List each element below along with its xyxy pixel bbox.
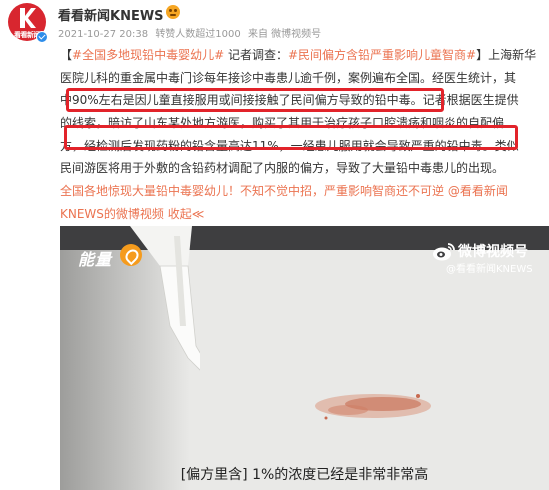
- text-segment: 中90%左右是因儿童直接服用或间接接触了民间偏方导致的铅中毒。记者根据医生提供: [60, 93, 519, 108]
- knews-logo-icon: [20, 8, 36, 28]
- video-watermark: @看看新闻KNEWS: [446, 264, 533, 275]
- post-line: 医院儿科的重金属中毒门诊每年接诊中毒患儿逾千例，案例遍布全国。经医生统计，其: [60, 67, 549, 90]
- post-datetime[interactable]: 2021-10-27 20:38: [58, 29, 148, 40]
- post-line: 【#全国多地现铅中毒婴幼儿# 记者调查：#民间偏方含铅严重影响儿童智商#】上海新…: [60, 44, 549, 67]
- post-line: 民间游医将用于外敷的含铅药材调配了内服的偏方，导致了大量铅中毒患儿的出现。: [60, 157, 549, 180]
- platform-label: 微博视频号: [458, 244, 528, 260]
- text-segment: 民间游医将用于外敷的含铅药材调配了内服的偏方，导致了大量铅中毒患儿的出现。: [60, 161, 505, 176]
- collapse-link[interactable]: 收起: [164, 207, 192, 221]
- text-segment: 方，经检测后发现药粉的铅含量高达11%，一经患儿服用就会导致严重的铅中毒。类似: [60, 138, 519, 153]
- emoji-icon: [166, 5, 180, 19]
- post-line: 全国各地惊现大量铅中毒婴幼儿！不知不觉中招，严重影响智商还不可逆 @看看新闻: [60, 180, 549, 203]
- post-header: 看看新闻 看看新闻KNEWS 2021-10-27 20:38 转赞人数超过10…: [0, 0, 549, 44]
- video-player[interactable]: 能量 微博视频号 @看看新闻KNEWS [偏方里含] 1%的浓度已经是非常非常高: [60, 226, 549, 490]
- text-segment: 医院儿科的重金属中毒门诊每年接诊中毒患儿逾千例，案例遍布全国。经医生统计，其: [60, 70, 517, 85]
- hashtag-link[interactable]: #全国多地现铅中毒婴幼儿#: [72, 48, 224, 62]
- post-body: 【#全国多地现铅中毒婴幼儿# 记者调查：#民间偏方含铅严重影响儿童智商#】上海新…: [60, 44, 549, 226]
- hashtag-link[interactable]: #民间偏方含铅严重影响儿童智商#: [288, 48, 476, 62]
- post-line: KNEWS的微博视频 收起≪: [60, 203, 549, 226]
- text-segment: 】上海新华: [476, 48, 537, 62]
- post-line: 方，经检测后发现药粉的铅含量高达11%，一经患儿服用就会导致严重的铅中毒。类似: [60, 135, 549, 158]
- post-line: 中90%左右是因儿童直接服用或间接接触了民间偏方导致的铅中毒。记者根据医生提供: [60, 89, 549, 112]
- video-title-link[interactable]: 全国各地惊现大量铅中毒婴幼儿！不知不觉中招，严重影响智商还不可逆: [60, 184, 444, 198]
- post-line: 的线索，暗访了山东某处地方游医，购买了其用于治疗孩子口腔溃疡和咽炎的自配偏: [60, 112, 549, 135]
- post-source[interactable]: 来自 微博视频号: [248, 29, 321, 40]
- brand-logo: 能量: [78, 250, 113, 269]
- text-segment: 的线索，暗访了山东某处地方游医，购买了其用于治疗孩子口腔溃疡和咽炎的自配偏: [60, 116, 505, 131]
- weibo-logo-icon: [433, 243, 455, 261]
- post-meta: 2021-10-27 20:38 转赞人数超过1000 来自 微博视频号: [58, 25, 325, 40]
- video-subtitle: [偏方里含] 1%的浓度已经是非常非常高: [180, 467, 429, 483]
- verified-badge-icon: [36, 31, 48, 43]
- brand-logo-icon: [120, 244, 142, 266]
- repost-count: 转赞人数超过1000: [155, 29, 241, 40]
- mention-link[interactable]: KNEWS的微博视频: [60, 207, 164, 221]
- medicine-powder: [315, 394, 431, 420]
- mention-link[interactable]: @看看新闻: [444, 184, 508, 198]
- account-name[interactable]: 看看新闻KNEWS: [58, 5, 164, 24]
- text-segment: 记者调查：: [224, 48, 288, 62]
- text-segment: 【: [60, 48, 73, 62]
- collapse-icon[interactable]: ≪: [192, 207, 205, 221]
